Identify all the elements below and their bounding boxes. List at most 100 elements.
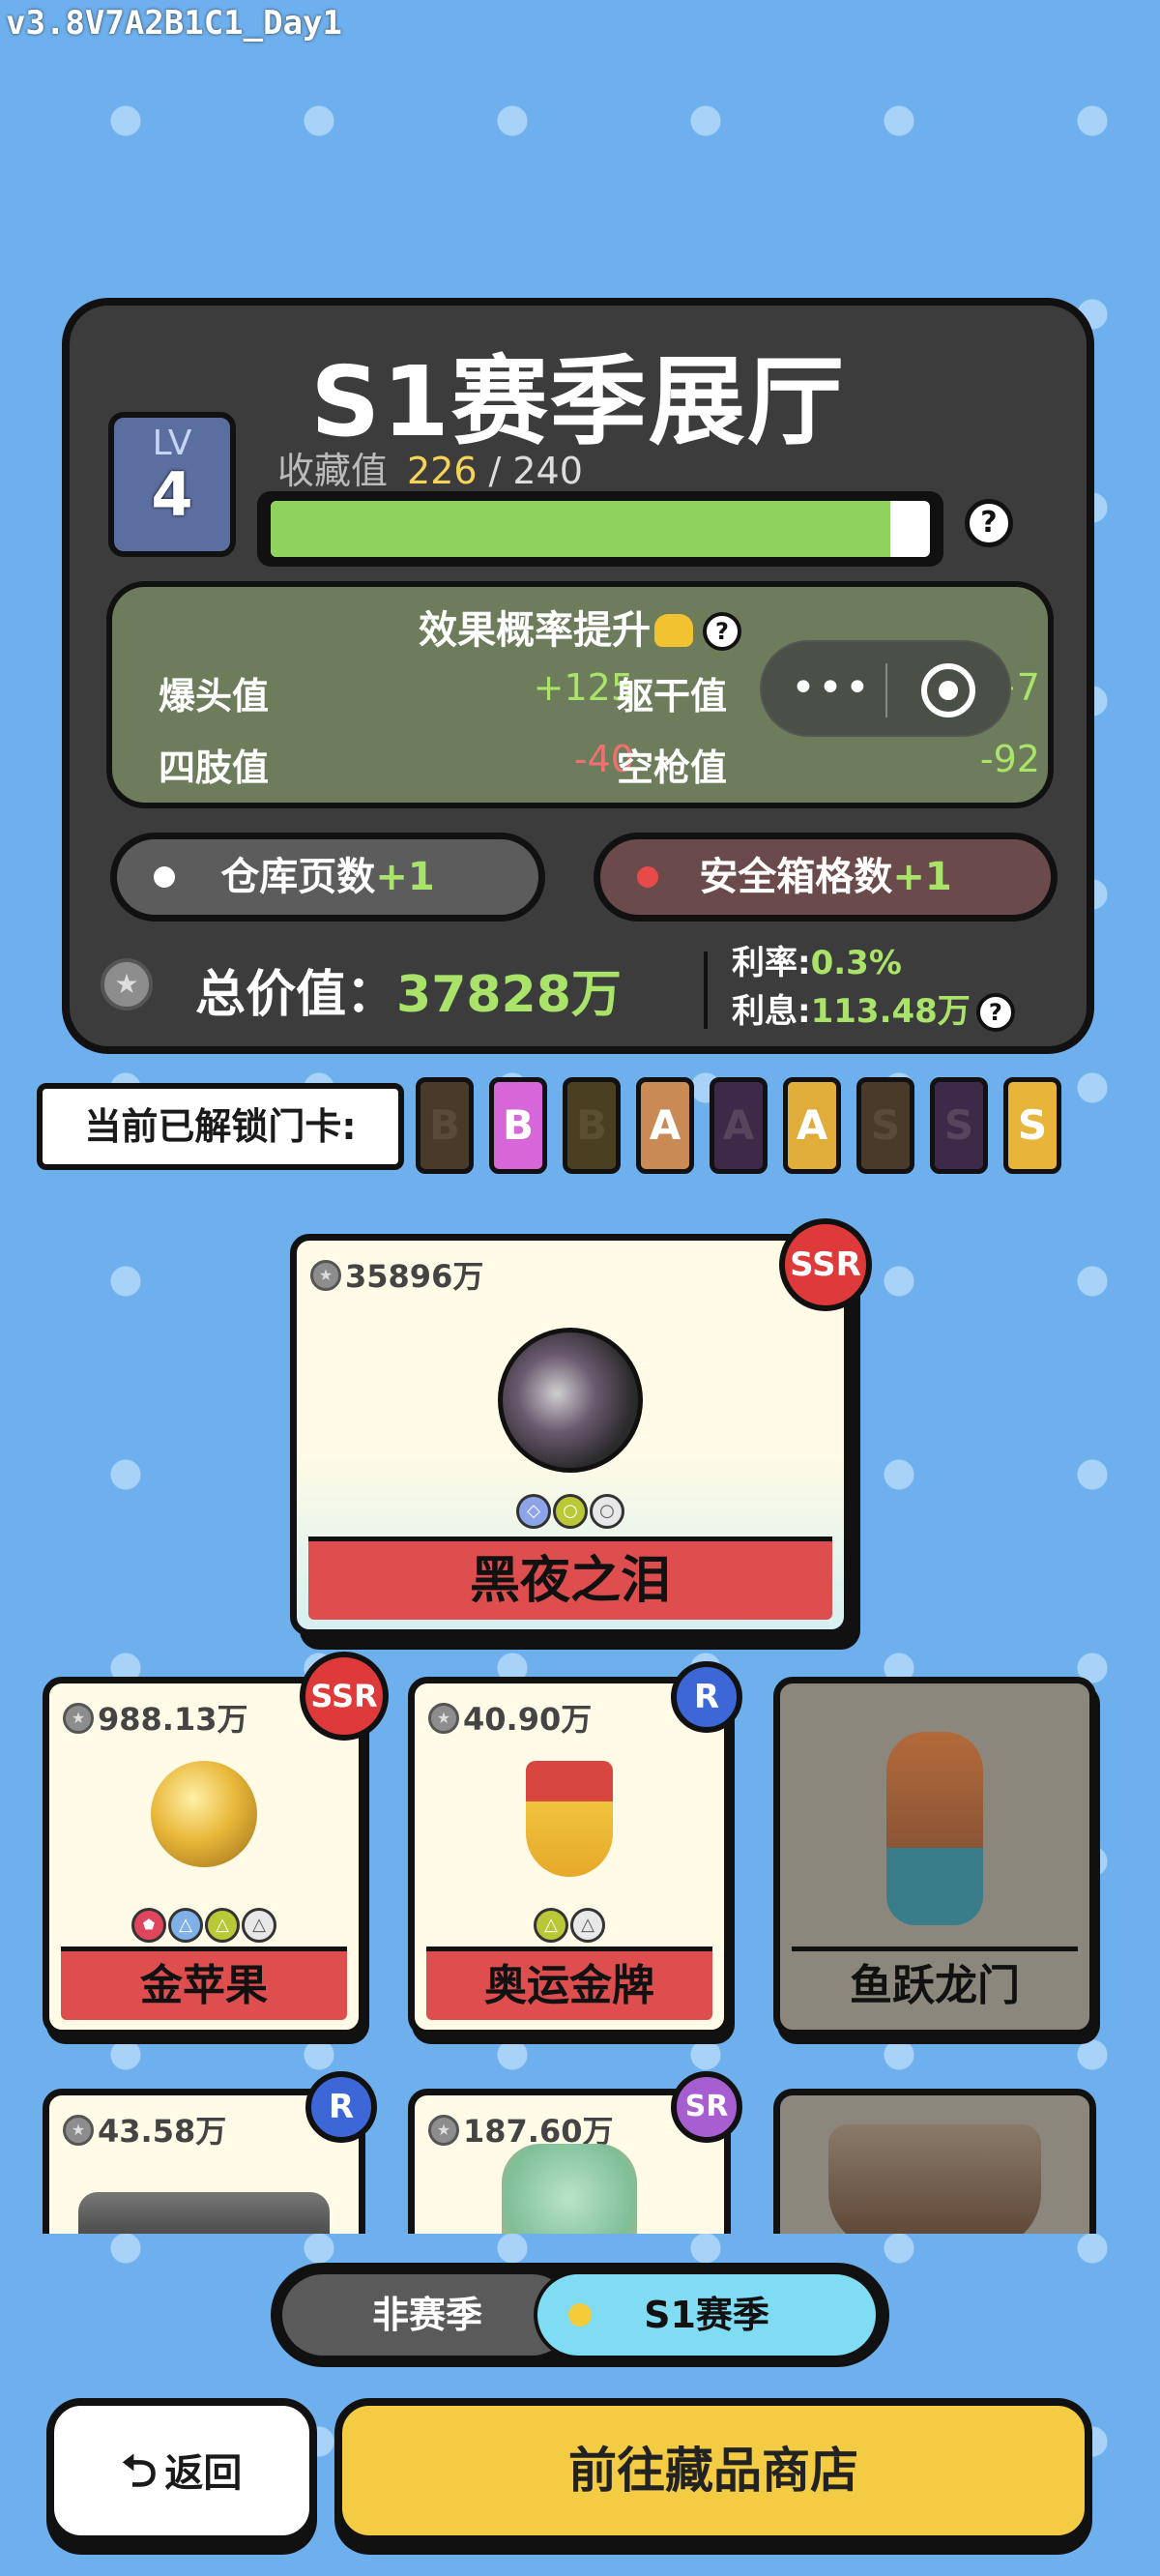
keycard[interactable]: S [856, 1077, 914, 1174]
hall-panel: S1赛季展厅 LV 4 收藏值 226/240 ? 效果概率提升? 爆头值 +12… [62, 298, 1094, 1054]
coin-icon [310, 1260, 341, 1291]
keycard[interactable]: A [636, 1077, 694, 1174]
triangle-gem-icon [242, 1908, 276, 1943]
item-price: 988.13万 [63, 1695, 248, 1740]
item-card-featured[interactable]: 35896万 黑夜之泪 [290, 1234, 851, 1636]
gem-slots [415, 1908, 724, 1947]
keycard[interactable]: B [563, 1077, 621, 1174]
gem-slots [297, 1494, 844, 1533]
tab-off-season[interactable]: 非赛季 [282, 2274, 572, 2356]
effect-help-icon[interactable]: ? [703, 612, 741, 651]
rarity-badge: SSR [779, 1218, 872, 1311]
stat-miss-value: -92 [979, 738, 1040, 780]
more-icon[interactable]: ••• [791, 667, 872, 710]
triangle-gem-icon [168, 1908, 203, 1943]
night-tear-image [498, 1328, 643, 1473]
version-label: v3.8V7A2B1C1_Day1 [6, 4, 342, 43]
safe-dot-icon [637, 866, 658, 888]
rarity-badge: R [671, 1661, 742, 1733]
gold-medal-image [526, 1761, 613, 1877]
stat-miss-label: 空枪值 [617, 746, 728, 789]
golden-apple-image [151, 1761, 257, 1867]
level-value: 4 [151, 459, 193, 530]
back-button-label: 返回 [164, 2451, 243, 2496]
triangle-gem-icon [205, 1908, 240, 1943]
total-divider [704, 951, 708, 1029]
rarity-badge: SSR [300, 1652, 389, 1741]
rarity-badge: R [305, 2071, 377, 2143]
sailing-ship-image [828, 2124, 1041, 2234]
triangle-gem-icon [570, 1908, 605, 1943]
active-dot-icon [568, 2303, 592, 2327]
warning-icon [654, 614, 693, 647]
item-price-value: 40.90万 [463, 1701, 593, 1738]
interest-label: 利息: [732, 992, 811, 1031]
stat-headshot-value: +125 [533, 666, 634, 709]
level-label: LV [152, 424, 192, 463]
warehouse-label: 仓库页数 [220, 855, 376, 899]
collect-current: 226 [407, 450, 478, 492]
circle-gem-icon [553, 1494, 588, 1529]
keycard[interactable]: B [416, 1077, 474, 1174]
back-button[interactable]: ⮌ 返回 [46, 2398, 317, 2543]
miniprogram-capsule: ••• [760, 640, 1011, 737]
collect-progress-bar [257, 491, 943, 567]
interest-help-icon[interactable]: ? [975, 993, 1015, 1032]
rate-value: 0.3% [810, 944, 902, 982]
interest-row: 利息:113.48万? [732, 984, 1015, 1032]
collect-max: 240 [512, 450, 583, 492]
coin-icon [101, 958, 153, 1010]
item-name: 鱼跃龙门 [792, 1947, 1078, 2020]
rarity-badge: SR [671, 2071, 742, 2143]
item-price: 35896万 [310, 1252, 483, 1297]
item-price-value: 43.58万 [98, 2113, 227, 2150]
warehouse-bonus-pill: 仓库页数+1 [110, 833, 545, 922]
diamond-gem-icon [516, 1494, 551, 1529]
item-name: 金苹果 [61, 1947, 347, 2020]
interest-value: 113.48万 [810, 992, 971, 1031]
safe-bonus-pill: 安全箱格数+1 [594, 833, 1058, 922]
season-toggle: 非赛季 S1赛季 [271, 2263, 889, 2367]
stat-limbs-label: 四肢值 [159, 746, 270, 789]
keycard[interactable]: S [930, 1077, 988, 1174]
tab-s1-season[interactable]: S1赛季 [534, 2270, 880, 2359]
stat-limbs-value: -40 [573, 738, 634, 780]
keycard[interactable]: S [1003, 1077, 1061, 1174]
item-card-fish-dragon-gate[interactable]: 鱼跃龙门 [773, 1677, 1096, 2036]
scroll-clip: 43.58万 187.60万 [0, 2079, 1160, 2234]
goto-shop-button[interactable]: 前往藏品商店 [334, 2398, 1092, 2543]
target-icon[interactable] [921, 663, 975, 717]
item-name: 黑夜之泪 [308, 1537, 832, 1620]
telescope-lens-image [78, 2192, 330, 2234]
item-price-value: 35896万 [345, 1258, 484, 1295]
collect-help-icon[interactable]: ? [965, 499, 1013, 547]
collect-separator: / [488, 450, 502, 492]
item-card-olympic-medal[interactable]: 40.90万 奥运金牌 [408, 1677, 731, 2036]
jade-horse-image [502, 2144, 637, 2234]
item-card-ship[interactable] [773, 2089, 1096, 2234]
back-arrow-icon: ⮌ [121, 2444, 158, 2497]
coin-icon [63, 1703, 94, 1734]
carp-statue-image [886, 1732, 983, 1925]
safe-plus: +1 [892, 855, 952, 899]
effect-title: 效果概率提升 [419, 608, 651, 653]
triangle-gem-icon [534, 1908, 568, 1943]
progress-track [271, 501, 930, 557]
stat-headshot-label: 爆头值 [159, 675, 270, 717]
coin-icon [428, 1703, 459, 1734]
circle-gem-icon [590, 1494, 624, 1529]
keycard[interactable]: A [783, 1077, 841, 1174]
unlock-label: 当前已解锁门卡: [37, 1083, 404, 1170]
level-badge: LV 4 [108, 412, 236, 557]
tab-s1-season-label: S1赛季 [644, 2294, 769, 2336]
warehouse-plus: +1 [375, 855, 435, 899]
keycard[interactable]: B [489, 1077, 547, 1174]
item-price-value: 988.13万 [98, 1701, 248, 1738]
keycard[interactable]: A [710, 1077, 768, 1174]
gem-slots [49, 1908, 359, 1947]
capsule-divider [885, 663, 887, 717]
item-price: 40.90万 [428, 1695, 592, 1740]
collect-label: 收藏值 [277, 450, 389, 492]
stat-torso-label: 躯干值 [617, 675, 728, 717]
safe-label: 安全箱格数 [699, 855, 893, 899]
